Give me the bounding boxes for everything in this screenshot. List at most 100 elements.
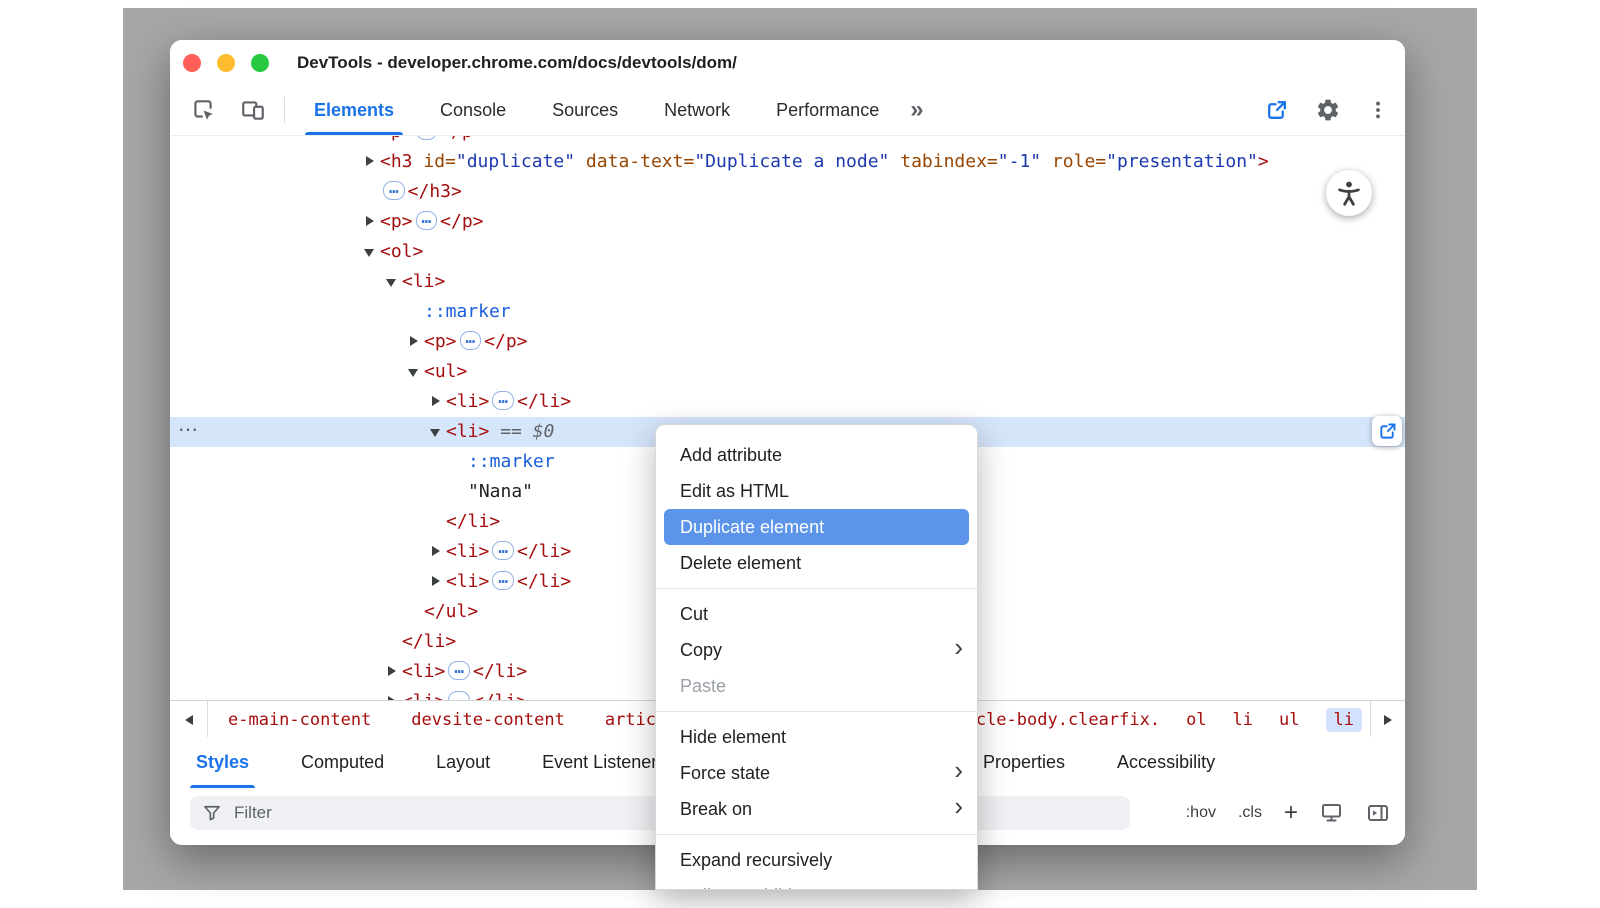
dom-tree-row[interactable]: <h3 id="duplicate" data-text="Duplicate … — [170, 147, 1405, 177]
new-style-rule-button[interactable]: + — [1284, 801, 1298, 825]
tab-computed[interactable]: Computed — [275, 737, 410, 788]
gear-icon[interactable] — [1315, 97, 1341, 123]
tab-layout[interactable]: Layout — [410, 737, 516, 788]
dom-tree-row[interactable]: <ul> — [170, 357, 1405, 387]
disclosure-collapsed-icon[interactable] — [408, 327, 424, 357]
dom-tree-row[interactable]: …</h3> — [170, 177, 1405, 207]
breadcrumb-scroll-left-button[interactable] — [170, 701, 208, 738]
tab-console[interactable]: Console — [417, 85, 529, 135]
code-attr: id= — [413, 151, 456, 172]
disclosure-expanded-icon[interactable] — [386, 267, 402, 297]
code-tag: </ul> — [424, 601, 478, 622]
menu-item-delete-element[interactable]: Delete element — [656, 545, 977, 581]
disclosure-collapsed-icon[interactable] — [386, 657, 402, 687]
menu-item-duplicate-element[interactable]: Duplicate element — [664, 509, 969, 545]
inline-expand-icon[interactable]: … — [448, 691, 470, 700]
tab-accessibility[interactable]: Accessibility — [1091, 737, 1241, 788]
code-tag: <ul> — [424, 361, 467, 382]
inline-expand-icon[interactable]: … — [416, 136, 438, 140]
kebab-menu-icon[interactable] — [1367, 98, 1389, 122]
breadcrumb-item-li[interactable]: li — [1326, 708, 1362, 732]
breadcrumb-item-li[interactable]: li — [1233, 710, 1253, 730]
minimize-button[interactable] — [217, 54, 235, 72]
code-tag: <ol> — [380, 241, 423, 262]
inline-expand-icon[interactable]: … — [492, 571, 514, 590]
breadcrumb-item-ul[interactable]: ul — [1279, 710, 1299, 730]
tab-elements[interactable]: Elements — [291, 85, 417, 135]
toggle-sidebar-icon[interactable] — [1366, 801, 1390, 825]
breadcrumb-scroll-right-button[interactable] — [1370, 701, 1405, 738]
inline-expand-icon[interactable]: … — [448, 661, 470, 680]
code-text: "Nana" — [468, 481, 533, 502]
menu-item-collapse-children[interactable]: Collapse children — [656, 878, 977, 890]
dom-tree-row[interactable]: ::marker — [170, 297, 1405, 327]
inspect-element-icon[interactable] — [190, 97, 216, 123]
menu-item-label: Force state — [680, 763, 770, 784]
disclosure-expanded-icon[interactable] — [430, 417, 446, 447]
menu-item-add-attribute[interactable]: Add attribute — [656, 437, 977, 473]
inline-expand-icon[interactable]: … — [492, 541, 514, 560]
disclosure-collapsed-icon[interactable] — [364, 136, 380, 147]
breadcrumb-item-devsite-content[interactable]: devsite-content — [411, 710, 565, 730]
dom-tree-row[interactable]: <p>…</p> — [170, 136, 1405, 147]
submenu-chevron-icon: › — [954, 791, 963, 822]
menu-item-force-state[interactable]: Force state › — [656, 755, 977, 791]
submenu-chevron-icon: › — [954, 632, 963, 663]
menu-item-label: Expand recursively — [680, 850, 832, 871]
code-tag: </li> — [402, 631, 456, 652]
inline-expand-icon[interactable]: … — [460, 331, 482, 350]
toggle-element-state-button[interactable]: :hov — [1186, 804, 1216, 822]
menu-item-label: Edit as HTML — [680, 481, 789, 502]
indent-spacer — [408, 297, 424, 327]
menu-item-copy[interactable]: Copy› — [656, 632, 977, 668]
more-tabs-icon[interactable]: » — [910, 96, 920, 124]
square-arrow-icon[interactable] — [1264, 98, 1289, 123]
disclosure-collapsed-icon[interactable] — [430, 567, 446, 597]
menu-item-cut[interactable]: Cut — [656, 596, 977, 632]
disclosure-collapsed-icon[interactable] — [386, 687, 402, 700]
inline-expand-icon[interactable]: … — [492, 391, 514, 410]
code-tag: <li> — [446, 541, 489, 562]
close-button[interactable] — [183, 54, 201, 72]
scroll-into-view-button[interactable] — [1372, 416, 1402, 446]
dom-tree-row[interactable]: <p>…</p> — [170, 207, 1405, 237]
code-attr: data-text= — [575, 151, 694, 172]
row-options-icon[interactable]: ⋯ — [178, 415, 198, 445]
window-title: DevTools - developer.chrome.com/docs/dev… — [297, 53, 737, 73]
disclosure-expanded-icon[interactable] — [408, 357, 424, 387]
indent-spacer — [364, 177, 380, 207]
tab-performance[interactable]: Performance — [753, 85, 902, 135]
code-tag: </li> — [517, 541, 571, 562]
menu-item-label: Cut — [680, 604, 708, 625]
disclosure-collapsed-icon[interactable] — [364, 207, 380, 237]
menu-item-expand-recursively[interactable]: Expand recursively — [656, 842, 977, 878]
tab-styles[interactable]: Styles — [170, 737, 275, 788]
submenu-chevron-icon: › — [954, 755, 963, 786]
dom-tree-row[interactable]: <li>…</li> — [170, 387, 1405, 417]
device-toolbar-icon[interactable] — [240, 97, 266, 123]
disclosure-collapsed-icon[interactable] — [364, 147, 380, 177]
rendering-emulations-icon[interactable] — [1320, 801, 1344, 825]
disclosure-expanded-icon[interactable] — [364, 237, 380, 267]
menu-item-hide-element[interactable]: Hide element — [656, 719, 977, 755]
disclosure-collapsed-icon[interactable] — [430, 387, 446, 417]
disclosure-collapsed-icon[interactable] — [430, 537, 446, 567]
code-tag: <li> — [446, 421, 489, 442]
dom-tree-row[interactable]: <li> — [170, 267, 1405, 297]
breadcrumb-item-e-main-content[interactable]: e-main-content — [228, 710, 371, 730]
element-classes-button[interactable]: .cls — [1238, 804, 1262, 822]
dom-tree-row[interactable]: <p>…</p> — [170, 327, 1405, 357]
inline-expand-icon[interactable]: … — [416, 211, 438, 230]
code-tag: <li> — [446, 391, 489, 412]
accessibility-shortcut-button[interactable] — [1326, 170, 1372, 216]
menu-item-edit-as-html[interactable]: Edit as HTML — [656, 473, 977, 509]
tab-sources[interactable]: Sources — [529, 85, 641, 135]
zoom-button[interactable] — [251, 54, 269, 72]
breadcrumb-item-ol[interactable]: ol — [1186, 710, 1206, 730]
code-tag: <p> — [380, 136, 413, 142]
code-pseudo: ::marker — [424, 301, 511, 322]
inline-expand-icon[interactable]: … — [383, 181, 405, 200]
dom-tree-row[interactable]: <ol> — [170, 237, 1405, 267]
tab-network[interactable]: Network — [641, 85, 753, 135]
menu-item-break-on[interactable]: Break on› — [656, 791, 977, 827]
